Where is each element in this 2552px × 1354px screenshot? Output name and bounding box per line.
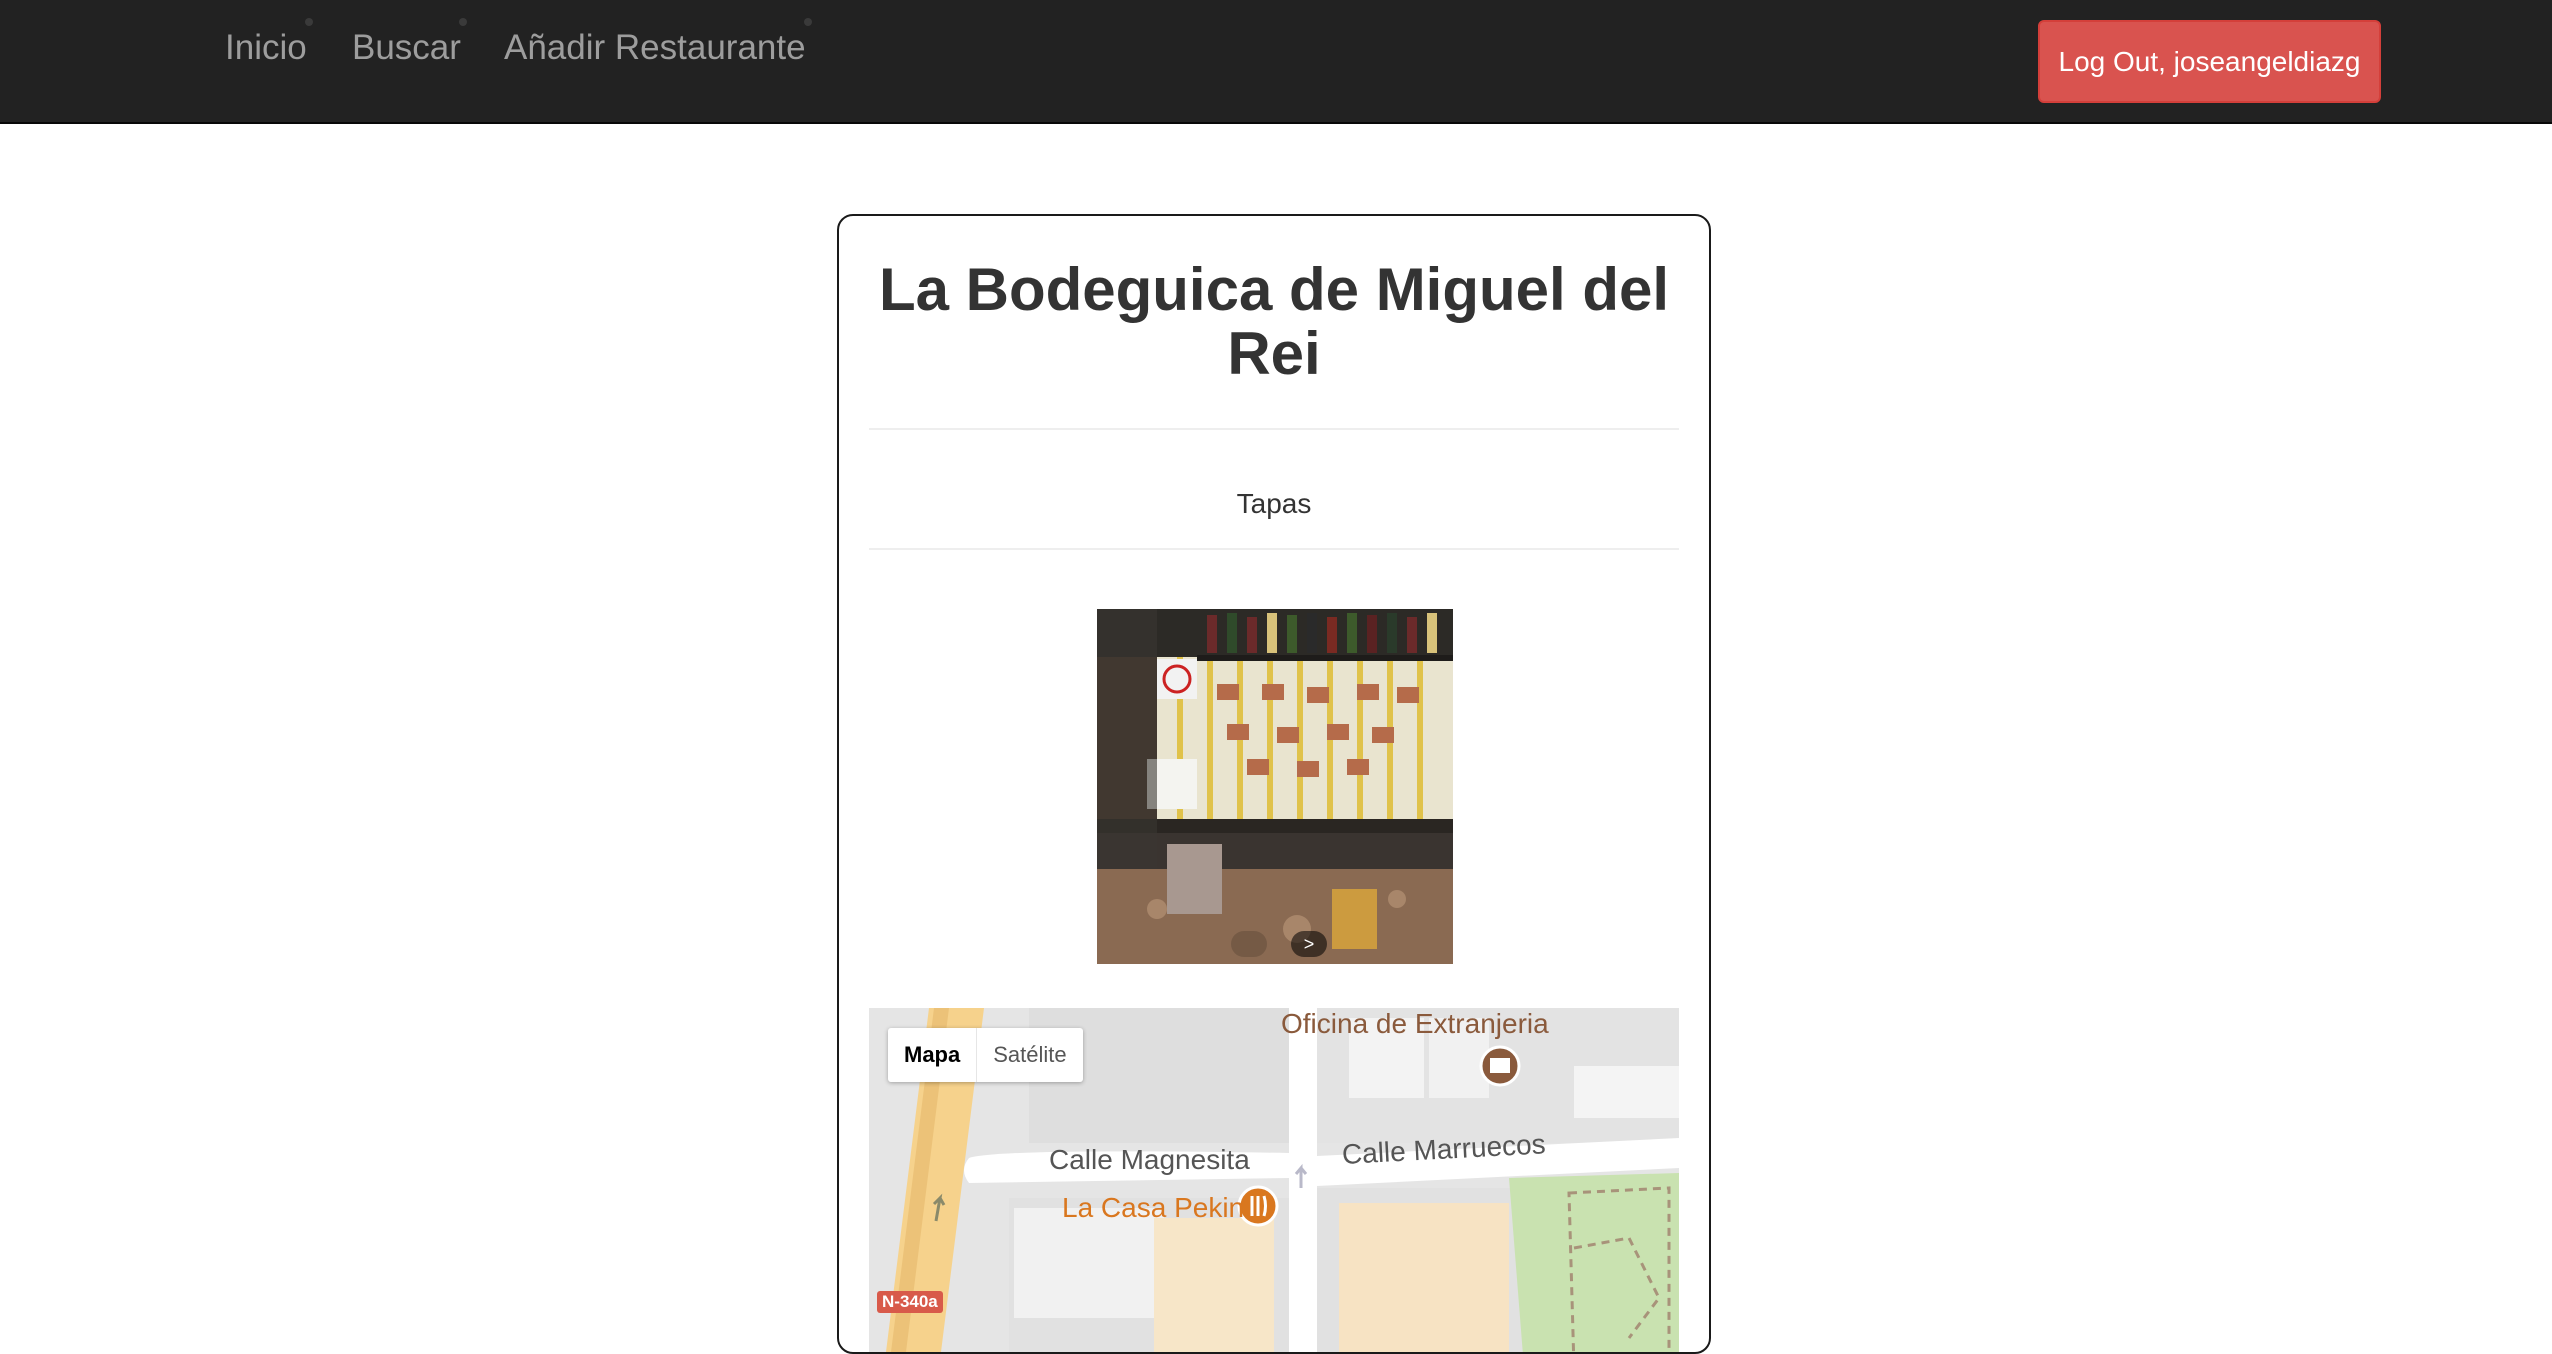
restaurant-photo-carousel[interactable]: > <box>1097 609 1453 964</box>
restaurant-fork-knife-icon[interactable] <box>1239 1187 1277 1225</box>
map-street-label: Calle Magnesita <box>1049 1144 1250 1175</box>
nav-link-anadir-restaurante[interactable]: Añadir Restaurante <box>504 18 812 70</box>
restaurant-card: La Bodeguica de Miguel del Rei Tapas > M… <box>837 214 1711 1354</box>
divider <box>869 428 1679 430</box>
nav-dot <box>458 18 467 26</box>
restaurant-name: La Bodeguica de Miguel del Rei <box>878 256 1670 387</box>
chevron-right-icon[interactable]: > <box>1291 931 1327 957</box>
road-badge: N-340a <box>877 1291 943 1313</box>
nav-link-label: Añadir Restaurante <box>504 28 806 67</box>
restaurant-category: Tapas <box>1236 488 1312 519</box>
chevron-left-icon[interactable] <box>1231 931 1267 957</box>
map-type-satellite-button[interactable]: Satélite <box>977 1028 1082 1082</box>
top-navbar: Inicio Buscar Añadir Restaurante Log Out… <box>0 0 2552 124</box>
location-map[interactable]: Mapa Satélite Oficina de Extranjeria Cal… <box>869 1008 1679 1352</box>
one-way-arrow-icon <box>1293 1164 1309 1192</box>
map-poi-label-office[interactable]: Oficina de Extranjeria <box>1281 1008 1549 1040</box>
nav-link-inicio[interactable]: Inicio <box>225 18 313 70</box>
nav-dot <box>304 18 313 26</box>
map-type-toggle: Mapa Satélite <box>888 1028 1083 1082</box>
nav-dot <box>803 18 812 26</box>
bar-interior-photo <box>1097 609 1453 964</box>
nav-link-label: Inicio <box>225 28 307 67</box>
nav-link-buscar[interactable]: Buscar <box>352 18 467 70</box>
logout-button[interactable]: Log Out, joseangeldiazg <box>2038 20 2381 103</box>
divider <box>869 548 1679 550</box>
government-building-icon[interactable] <box>1481 1047 1519 1085</box>
nav-link-label: Buscar <box>352 28 461 67</box>
map-type-map-button[interactable]: Mapa <box>888 1028 978 1082</box>
map-poi-label-restaurant[interactable]: La Casa Pekin <box>1062 1192 1244 1224</box>
